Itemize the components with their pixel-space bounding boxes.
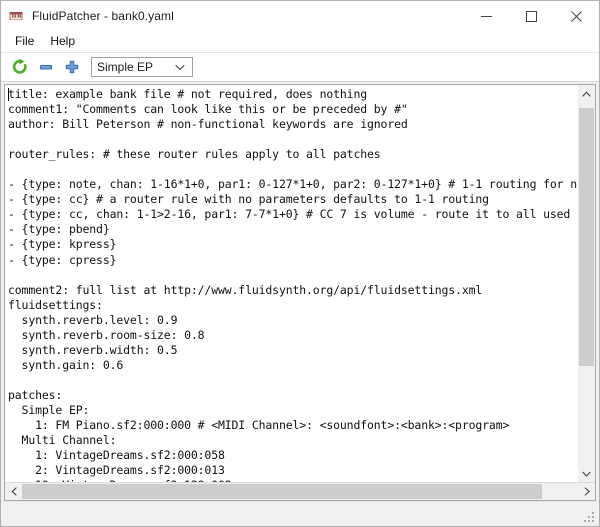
- scroll-right-button[interactable]: [578, 483, 595, 500]
- editor-row: title: example bank file # not required,…: [5, 85, 595, 482]
- menu-item-file[interactable]: File: [7, 32, 42, 51]
- vertical-scroll-track[interactable]: [578, 102, 595, 465]
- text-caret: [8, 88, 9, 101]
- chevron-right-icon: [584, 487, 590, 496]
- resize-grip-icon[interactable]: [584, 512, 596, 524]
- fluidpatcher-window: FluidPatcher - bank0.yaml File Help Simp…: [0, 0, 600, 527]
- add-patch-button[interactable]: [59, 55, 85, 79]
- maximize-button[interactable]: [509, 1, 554, 31]
- window-title: FluidPatcher - bank0.yaml: [32, 9, 174, 23]
- chevron-up-icon: [582, 90, 591, 97]
- yaml-text[interactable]: title: example bank file # not required,…: [5, 85, 577, 482]
- patch-select-value: Simple EP: [97, 60, 154, 74]
- menu-bar: File Help: [1, 31, 599, 53]
- piano-icon: [8, 8, 24, 24]
- horizontal-scroll-thumb[interactable]: [22, 484, 542, 499]
- maximize-icon: [526, 10, 537, 22]
- title-bar: FluidPatcher - bank0.yaml: [1, 1, 599, 31]
- horizontal-scroll-track[interactable]: [22, 483, 578, 500]
- vertical-scroll-thumb[interactable]: [579, 108, 594, 366]
- code-area[interactable]: title: example bank file # not required,…: [5, 85, 577, 482]
- minus-icon: [40, 65, 52, 70]
- window-controls: [464, 1, 599, 31]
- patch-select[interactable]: Simple EP: [91, 57, 193, 77]
- refresh-button[interactable]: [7, 55, 33, 79]
- vertical-scrollbar[interactable]: [577, 85, 595, 482]
- yaml-editor: title: example bank file # not required,…: [4, 84, 596, 501]
- remove-patch-button[interactable]: [33, 55, 59, 79]
- scroll-down-button[interactable]: [578, 465, 595, 482]
- minimize-button[interactable]: [464, 1, 509, 31]
- scroll-up-button[interactable]: [578, 85, 595, 102]
- chevron-down-icon: [582, 471, 591, 477]
- tool-bar: Simple EP: [1, 53, 599, 82]
- plus-icon: [65, 60, 79, 74]
- minimize-icon: [481, 15, 492, 17]
- close-icon: [571, 10, 582, 22]
- close-button[interactable]: [554, 1, 599, 31]
- chevron-left-icon: [10, 487, 17, 496]
- menu-item-help[interactable]: Help: [42, 32, 83, 51]
- chevron-down-icon: [175, 58, 185, 76]
- status-bar: [1, 501, 599, 526]
- scroll-left-button[interactable]: [5, 483, 22, 500]
- horizontal-scrollbar[interactable]: [5, 482, 595, 500]
- refresh-arrow-icon: [12, 58, 27, 74]
